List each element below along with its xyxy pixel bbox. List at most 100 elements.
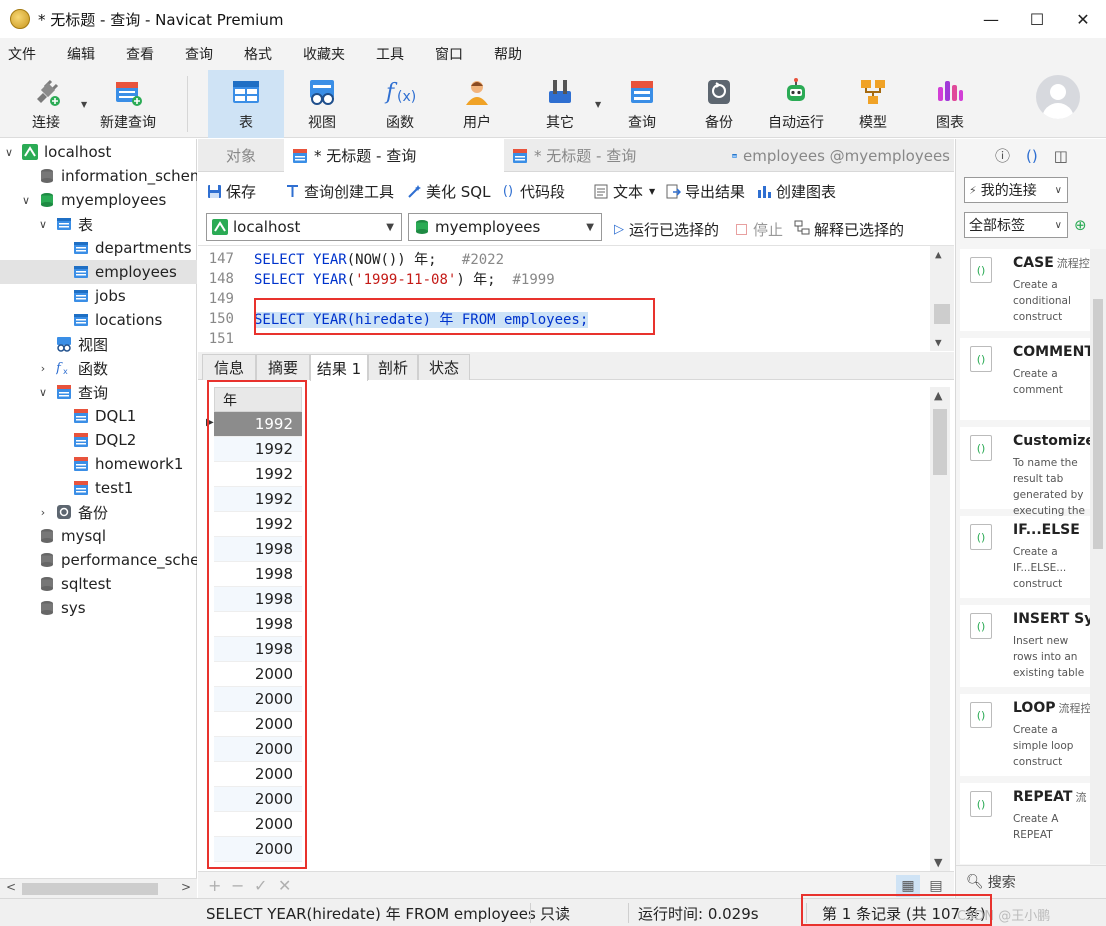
scroll-down-icon[interactable]: ▼ <box>935 336 942 349</box>
run-selected-button[interactable]: ▷ 运行已选择的 <box>614 219 719 240</box>
server-select[interactable]: localhost ▼ <box>206 213 402 241</box>
snippet-card[interactable]: () Customize To name the result tab genera… <box>960 427 1095 533</box>
snippet-card[interactable]: () CASE 流程控制 Create a conditional construct <box>960 249 1101 331</box>
tree-node-dql1[interactable]: DQL1 <box>0 404 197 428</box>
tree-node-jobs[interactable]: jobs <box>0 284 197 308</box>
minimize-button[interactable]: — <box>968 0 1014 38</box>
tree-node-departments[interactable]: departments <box>0 236 197 260</box>
chart-button[interactable]: 图表 <box>920 70 980 138</box>
delete-row-button[interactable]: − <box>231 876 244 895</box>
scrollbar-thumb[interactable] <box>1093 299 1103 549</box>
sidebar-horizontal-scrollbar[interactable]: < > <box>0 878 197 898</box>
menu-edit[interactable]: 编辑 <box>59 44 104 64</box>
snippet-braces-icon[interactable]: () <box>1026 147 1038 165</box>
scroll-up-icon[interactable]: ▲ <box>935 248 942 261</box>
tree-node-performance-schema[interactable]: performance_schema <box>0 548 197 572</box>
table-row[interactable]: 2000 <box>214 837 302 862</box>
info-icon[interactable]: ⓘ <box>995 145 1010 166</box>
tree-node-mysql[interactable]: mysql <box>0 524 197 548</box>
tab-profile[interactable]: 剖析 <box>368 354 418 380</box>
text-dropdown-icon[interactable]: ▼ <box>649 187 655 196</box>
table-row[interactable]: 2000 <box>214 812 302 837</box>
menu-format[interactable]: 格式 <box>236 44 281 64</box>
scrollbar-thumb[interactable] <box>934 304 950 324</box>
expand-arrow-icon[interactable]: ∨ <box>37 218 49 231</box>
tree-node-myemployees[interactable]: ∨ myemployees <box>0 188 197 212</box>
snippet-card[interactable]: () INSERT Sy Insert new rows into an exist… <box>960 605 1093 687</box>
tree-node-views[interactable]: 视图 <box>0 332 197 356</box>
table-row[interactable]: 1998 <box>214 612 302 637</box>
export-result-button[interactable]: 导出结果 <box>665 181 745 202</box>
text-mode-button[interactable]: 文本 ▼ <box>593 181 655 202</box>
menu-file[interactable]: 文件 <box>0 44 45 64</box>
tab-info[interactable]: 信息 <box>202 354 256 380</box>
table-row[interactable]: 1992 <box>214 487 302 512</box>
scrollbar-thumb[interactable] <box>22 883 158 895</box>
table-row[interactable]: 1998 <box>214 637 302 662</box>
expand-arrow-icon[interactable]: › <box>37 506 49 519</box>
table-row[interactable]: 2000 <box>214 787 302 812</box>
table-row[interactable]: 1992 <box>214 512 302 537</box>
tab-objects[interactable]: 对象 <box>198 139 284 172</box>
expand-arrow-icon[interactable]: ∨ <box>37 386 49 399</box>
editor-vertical-scrollbar[interactable]: ▲ ▼ <box>930 246 954 351</box>
add-snippet-icon[interactable]: ⊕ <box>1074 216 1087 234</box>
tree-node-homework1[interactable]: homework1 <box>0 452 197 476</box>
tree-node-tables[interactable]: ∨ 表 <box>0 212 197 236</box>
snippet-card[interactable]: () IF...ELSE Create a IF...ELSE... constru… <box>960 516 1090 598</box>
tab-result-1[interactable]: 结果 1 <box>310 354 368 381</box>
table-row[interactable]: 2000 <box>214 712 302 737</box>
query-button[interactable]: 查询 <box>612 70 672 138</box>
others-dropdown-icon[interactable]: ▼ <box>595 100 601 109</box>
automation-button[interactable]: 自动运行 <box>760 70 832 138</box>
explain-selected-button[interactable]: 解释已选择的 <box>794 219 904 240</box>
table-row[interactable]: 1998 <box>214 537 302 562</box>
layout-icon[interactable]: ◫ <box>1054 147 1068 165</box>
snippet-list-scrollbar[interactable] <box>1090 249 1106 864</box>
tree-node-sys[interactable]: sys <box>0 596 197 620</box>
connect-button[interactable]: 连接 <box>14 70 78 138</box>
apply-changes-button[interactable]: ✓ <box>254 876 267 895</box>
tree-node-queries[interactable]: ∨ 查询 <box>0 380 197 404</box>
user-avatar[interactable] <box>1036 75 1080 119</box>
add-row-button[interactable]: + <box>208 876 221 895</box>
table-row[interactable]: 1992 <box>214 462 302 487</box>
tree-node-backups[interactable]: › 备份 <box>0 500 197 524</box>
function-button[interactable]: f (x) 函数 <box>370 70 430 138</box>
tree-node-employees[interactable]: employees <box>0 260 197 284</box>
discard-changes-button[interactable]: ✕ <box>278 876 291 895</box>
view-button[interactable]: 视图 <box>292 70 352 138</box>
tree-node-functions[interactable]: › fx 函数 <box>0 356 197 380</box>
tree-node-localhost[interactable]: ∨ localhost <box>0 140 197 164</box>
table-row[interactable]: 1992 <box>214 412 302 437</box>
expand-arrow-icon[interactable]: › <box>37 362 49 375</box>
tab-untitled-query-active[interactable]: * 无标题 - 查询 <box>284 139 504 172</box>
close-button[interactable]: ✕ <box>1060 0 1106 38</box>
grid-vertical-scrollbar[interactable]: ▲ ▼ <box>930 387 950 871</box>
grid-view-button[interactable]: ▦ <box>896 875 920 897</box>
table-row[interactable]: 2000 <box>214 737 302 762</box>
tree-node-locations[interactable]: locations <box>0 308 197 332</box>
code-snippet-button[interactable]: () 代码段 <box>500 181 565 202</box>
beautify-sql-button[interactable]: 美化 SQL <box>406 181 490 202</box>
tab-untitled-query[interactable]: * 无标题 - 查询 <box>504 139 724 172</box>
form-view-button[interactable]: ▤ <box>924 875 948 897</box>
menu-tools[interactable]: 工具 <box>368 44 413 64</box>
tree-node-test1[interactable]: test1 <box>0 476 197 500</box>
table-row[interactable]: 2000 <box>214 662 302 687</box>
scroll-left-icon[interactable]: < <box>6 880 16 894</box>
maximize-button[interactable]: ☐ <box>1014 0 1060 38</box>
table-row[interactable]: 2000 <box>214 687 302 712</box>
tab-employees-table[interactable]: employees @myemployees <box>728 139 950 172</box>
connection-filter-select[interactable]: ⚡ 我的连接 ∨ <box>964 177 1068 203</box>
stop-button[interactable]: 停止 <box>736 219 783 240</box>
database-select[interactable]: myemployees ▼ <box>408 213 602 241</box>
model-button[interactable]: 模型 <box>843 70 903 138</box>
tab-summary[interactable]: 摘要 <box>256 354 310 380</box>
snippet-card[interactable]: () LOOP 流程控制 Create a simple loop construct <box>960 694 1103 776</box>
expand-arrow-icon[interactable]: ∨ <box>3 146 15 159</box>
user-button[interactable]: 用户 <box>447 70 507 138</box>
scrollbar-thumb[interactable] <box>933 409 947 475</box>
tag-filter-select[interactable]: 全部标签 ∨ <box>964 212 1068 238</box>
backup-button[interactable]: 备份 <box>689 70 749 138</box>
